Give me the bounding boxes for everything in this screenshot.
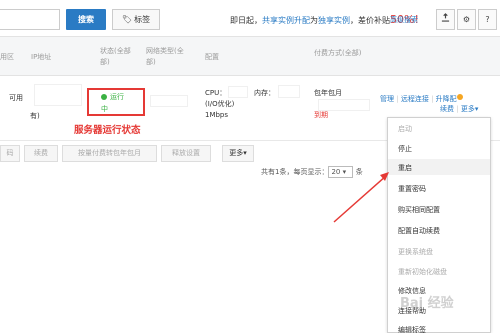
annotation-arrow-icon [333,172,389,223]
watermark: Bai 经验 [400,296,454,311]
